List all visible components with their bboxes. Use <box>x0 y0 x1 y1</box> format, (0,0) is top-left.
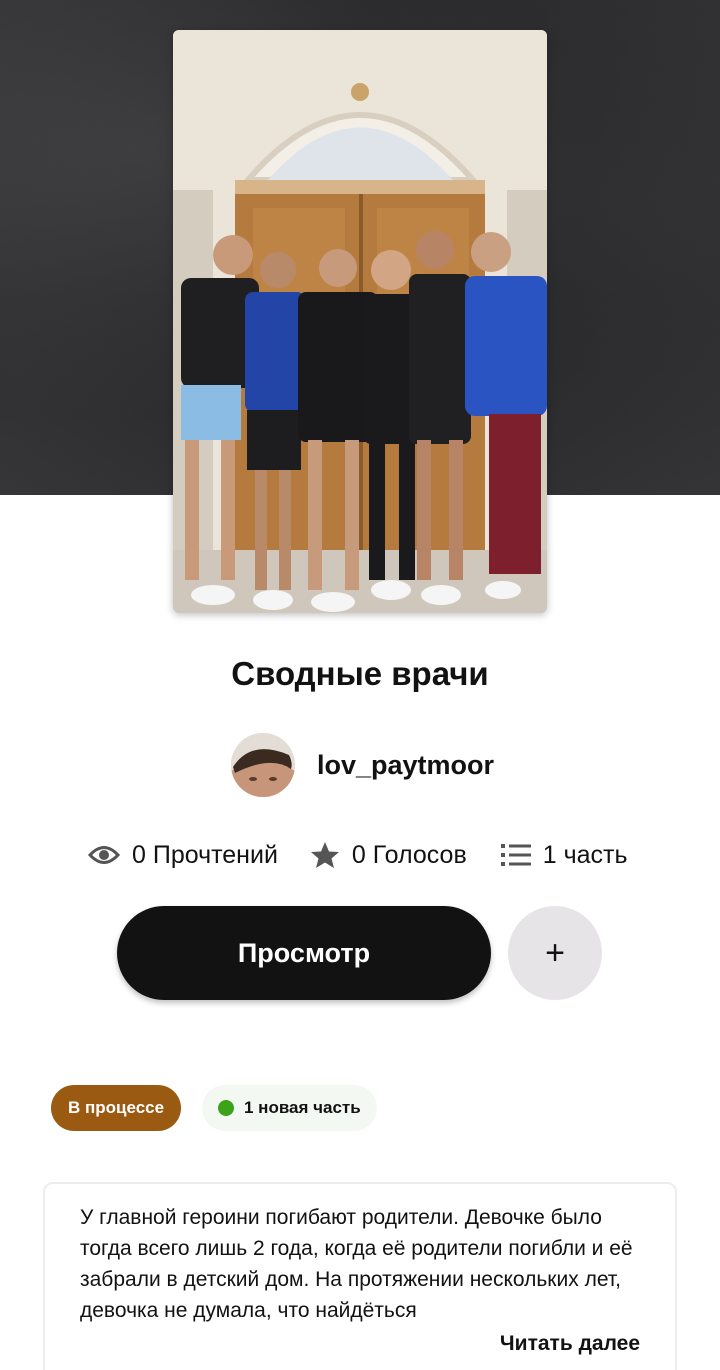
green-dot-icon <box>218 1100 234 1116</box>
read-button[interactable]: Просмотр <box>117 906 491 1000</box>
stat-votes: 0 Голосов <box>310 841 467 870</box>
stat-reads-label: 0 Прочтений <box>132 840 278 869</box>
eye-icon <box>88 844 120 866</box>
read-more-link[interactable]: Читать далее <box>500 1332 640 1356</box>
description-text: У главной героини погибают родители. Дев… <box>80 1206 633 1322</box>
list-icon <box>500 843 531 867</box>
author-avatar[interactable] <box>231 733 295 797</box>
stat-parts-label: 1 часть <box>542 840 628 869</box>
cover-image[interactable] <box>173 30 547 613</box>
new-part-label: 1 новая часть <box>244 1098 361 1117</box>
stat-reads: 0 Прочтений <box>88 841 278 870</box>
story-title: Сводные врачи <box>231 655 489 692</box>
author-name[interactable]: lov_paytmoor <box>317 750 494 781</box>
description-card[interactable]: У главной героини погибают родители. Дев… <box>43 1182 677 1370</box>
new-part-badge: 1 новая часть <box>202 1085 377 1131</box>
story-details-page: Сводные врачи lov_paytmoor 0 Прочтений 0… <box>0 0 720 1370</box>
author-link[interactable]: lov_paytmoor <box>231 733 494 797</box>
story-stats: 0 Прочтений 0 Голосов 1 часть <box>88 833 628 877</box>
add-to-library-button[interactable]: + <box>508 906 602 1000</box>
stat-votes-label: 0 Голосов <box>351 840 467 869</box>
status-badge-label: В процессе <box>68 1098 165 1117</box>
stat-parts[interactable]: 1 часть <box>500 840 628 870</box>
star-icon <box>310 841 340 869</box>
status-badge: В процессе <box>51 1085 182 1131</box>
